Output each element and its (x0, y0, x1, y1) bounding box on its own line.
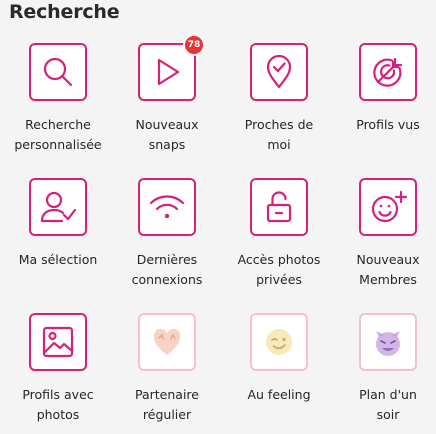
tile-nearby[interactable]: Proches de moi (224, 43, 334, 163)
tile-icon-box[interactable] (29, 43, 87, 101)
winking-face-emoji (266, 329, 292, 355)
tile-icon-box[interactable] (138, 178, 196, 236)
tile-icon-box[interactable] (29, 178, 87, 236)
tile-icon-box[interactable] (359, 43, 417, 101)
tile-viewed-profiles[interactable]: Profils vus (333, 43, 436, 163)
tile-one-night[interactable]: Plan d'un soir (333, 313, 436, 433)
wifi-icon (149, 195, 185, 219)
tile-last-connections[interactable]: Dernières connexions (112, 178, 222, 298)
tile-label: Recherche personnalisée (14, 117, 102, 152)
tile-icon-box[interactable] (250, 178, 308, 236)
tile-new-snaps[interactable]: 78 Nouveaux snaps (112, 36, 222, 163)
unlocked-padlock-icon (266, 191, 292, 223)
tile-label: Partenaire régulier (135, 387, 199, 422)
tile-feeling[interactable]: Au feeling (224, 313, 334, 433)
tile-label: Dernières connexions (131, 252, 203, 287)
tile-profiles-with-photos[interactable]: Profils avec photos (3, 313, 113, 433)
tile-icon-box[interactable] (359, 178, 417, 236)
tile-label: Nouveaux Membres (356, 252, 420, 287)
tile-my-selection[interactable]: Ma sélection (3, 178, 113, 298)
tile-icon-box[interactable] (359, 313, 417, 371)
tile-icon-box[interactable] (138, 313, 196, 371)
user-check-icon (40, 191, 77, 223)
tile-label: Proches de moi (244, 117, 314, 152)
magnifier-icon (43, 57, 73, 87)
smiley-plus-icon (371, 190, 408, 223)
tile-label: Accès photos privées (237, 252, 321, 287)
heart-hands-emoji (153, 328, 181, 355)
smiling-devil-emoji (376, 331, 400, 356)
notification-badge: 78 (185, 36, 203, 54)
tile-label: Ma sélection (18, 252, 98, 267)
tile-label: Au feeling (247, 387, 311, 402)
page-title: Recherche (9, 1, 120, 23)
tile-icon-box[interactable] (29, 313, 87, 371)
picture-icon (42, 326, 74, 358)
tile-icon-box[interactable] (250, 313, 308, 371)
play-icon (157, 58, 180, 86)
target-arrow-icon (373, 57, 403, 87)
tile-label: Plan d'un soir (359, 387, 417, 422)
tile-new-members[interactable]: Nouveaux Membres (333, 178, 436, 298)
location-pin-icon (266, 54, 292, 89)
tile-icon-box[interactable]: 78 (138, 36, 203, 101)
tile-label: Profils vus (356, 117, 420, 132)
tile-label: Nouveaux snaps (135, 117, 199, 152)
tile-regular-partner[interactable]: Partenaire régulier (112, 313, 222, 433)
tile-icon-box[interactable] (250, 43, 308, 101)
tile-private-photos[interactable]: Accès photos privées (224, 178, 334, 298)
tile-custom-search[interactable]: Recherche personnalisée (3, 43, 113, 163)
tile-label: Profils avec photos (22, 387, 94, 422)
